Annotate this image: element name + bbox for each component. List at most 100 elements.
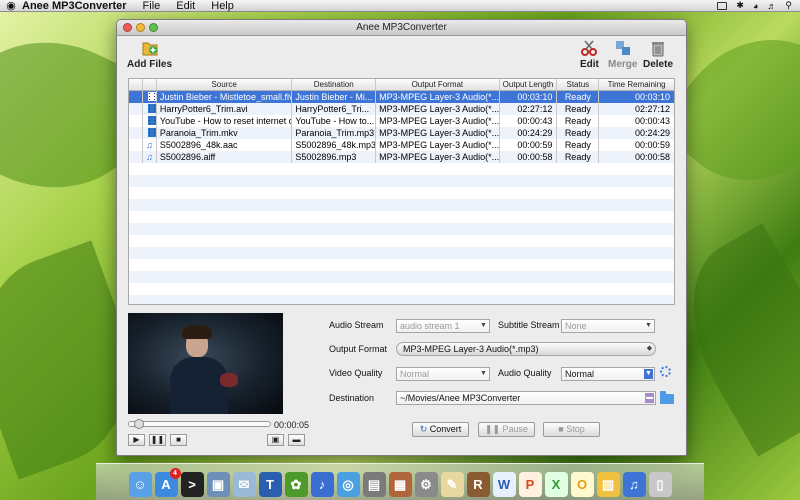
destination-cell: S5002896_48k.mp3 [292,139,377,151]
empty-row [129,247,674,259]
menu-edit[interactable]: Edit [176,0,195,12]
word-icon[interactable]: W [492,472,516,497]
audio-quality-select[interactable]: Normal ▼ [561,367,655,381]
photo-icon[interactable]: ▦ [388,472,412,497]
remaining-cell: 00:00:59 [634,140,670,150]
video-file-icon [143,115,157,127]
game-icon[interactable]: ✿ [284,472,308,497]
finder-icon[interactable]: ☺ [128,472,152,497]
add-files-button[interactable]: Add Files [127,39,172,70]
table-row[interactable]: Paranoia_Trim.mkv Paranoia_Trim.mp3 MP3-MP… [129,127,674,139]
col-length-header[interactable]: Output Length [500,79,558,90]
menu-help[interactable]: Help [211,0,234,12]
table-row[interactable]: ♫ S5002896_48k.aac S5002896_48k.mp3 MP3-MPE… [129,139,674,151]
pause-button[interactable]: ❚❚ Pause [478,422,535,437]
source-cell: S5002896.aiff [157,151,293,163]
convert-button[interactable]: ↻ Convert [412,422,469,437]
file-list-table: Source Destination Output Format Output … [128,78,675,305]
empty-row [129,283,674,295]
gear-icon[interactable] [660,366,671,377]
convert-icon: ↻ [419,424,428,434]
stop-button[interactable]: ■ Stop [543,422,600,437]
play-button[interactable]: ▶ [128,434,145,446]
bluetooth-icon[interactable]: ✱ [736,0,744,11]
col-source-header[interactable]: Source [157,79,293,90]
seek-bar[interactable] [128,419,271,429]
wifi-icon[interactable]: ◕ [753,1,758,11]
col-remaining-header[interactable]: Time Remaining [599,79,674,90]
text-app-icon[interactable]: T [258,472,282,497]
excel-icon[interactable]: X [544,472,568,497]
col-check-header[interactable] [129,79,143,90]
delete-button[interactable]: Delete [643,39,673,70]
empty-row [129,223,674,235]
table-row[interactable]: ♫ S5002896.aiff S5002896.mp3 MP3-MPEG Layer… [129,151,674,163]
video-quality-select[interactable]: Normal ▼ [396,367,490,381]
subtitle-stream-value: None [565,321,587,331]
preview-figure-body [170,357,228,414]
destination-cell: Paranoia_Trim.mp3 [292,127,377,139]
minimize-window-button[interactable] [136,23,145,32]
col-format-header[interactable]: Output Format [376,79,500,90]
table-row[interactable]: Justin Bieber - Mistletoe_small.flv Justi… [129,91,674,103]
scanner-icon[interactable]: ▤ [362,472,386,497]
open-snapshot-folder-button[interactable]: ▬ [288,434,305,446]
powerpoint-icon[interactable]: P [518,472,542,497]
trash-icon[interactable]: ▯ [648,472,672,497]
itunes-icon[interactable]: ♪ [310,472,334,497]
zoom-window-button[interactable] [149,23,158,32]
battery-icon[interactable] [717,1,728,10]
terminal-icon[interactable]: > [180,472,204,497]
status-cell: Ready [557,151,600,163]
table-row[interactable]: HarryPotter6_Trim.avi HarryPotter6_Tri...… [129,103,674,115]
status-cell: Ready [557,139,600,151]
chevron-down-icon: ▼ [644,369,653,379]
app-store-icon[interactable]: A4 [154,468,181,497]
destination-field[interactable]: ~/Movies/Anee MP3Converter ▬ [396,391,656,405]
status-cell: Ready [557,103,600,115]
preview-icon[interactable]: ▣ [206,472,230,497]
remaining-cell: 00:00:43 [634,116,670,126]
safari-icon[interactable]: ◎ [336,472,360,497]
merge-button[interactable]: Merge [608,39,637,70]
outlook-icon[interactable]: O [570,472,594,497]
mail-icon[interactable]: ✉ [232,472,256,497]
volume-icon[interactable]: ♬ [767,1,776,11]
menu-file[interactable]: File [143,0,161,12]
notes-icon[interactable]: ✎ [440,472,464,497]
empty-row [129,295,674,304]
spotlight-icon[interactable]: ⚲ [785,0,792,11]
photos-icon[interactable]: ▥ [596,472,620,497]
output-format-select[interactable]: MP3-MPEG Layer-3 Audio(*.mp3) ◆ [396,342,656,356]
table-row[interactable]: YouTube - How to reset internet c YouTube… [129,115,674,127]
convert-label: Convert [429,424,462,434]
apple-menu-icon[interactable]: ◉ [0,0,22,12]
close-window-button[interactable] [123,23,132,32]
destination-label: Destination [329,393,375,403]
col-status-header[interactable]: Status [557,79,600,90]
seek-knob[interactable] [133,419,144,429]
col-type-header[interactable] [143,79,157,90]
stop-playback-button[interactable]: ■ [170,434,187,446]
edit-button[interactable]: Edit [580,39,599,70]
row-check-cell [129,115,143,127]
empty-row [129,163,674,175]
col-destination-header[interactable]: Destination [292,79,377,90]
subtitle-stream-select[interactable]: None ▼ [561,319,655,333]
audio-stream-select[interactable]: audio stream 1 ▼ [396,319,490,333]
mp3-app-icon[interactable]: ♫ [622,472,646,497]
video-file-icon [143,127,157,139]
merge-label: Merge [608,59,638,70]
rar-icon[interactable]: R [466,472,490,497]
menu-app-name[interactable]: Anee MP3Converter [22,0,127,12]
snapshot-button[interactable]: ▣ [267,434,284,446]
pause-playback-button[interactable]: ❚❚ [149,434,166,446]
source-cell: Paranoia_Trim.mkv [157,127,293,139]
destination-cell: S5002896.mp3 [292,151,377,163]
system-prefs-icon[interactable]: ⚙ [414,472,438,497]
row-check-cell [129,91,143,103]
row-check-cell [129,127,143,139]
folder-browse-icon[interactable]: ▬ [645,393,654,403]
open-folder-icon[interactable] [660,391,674,404]
length-cell: 02:27:12 [500,103,558,115]
